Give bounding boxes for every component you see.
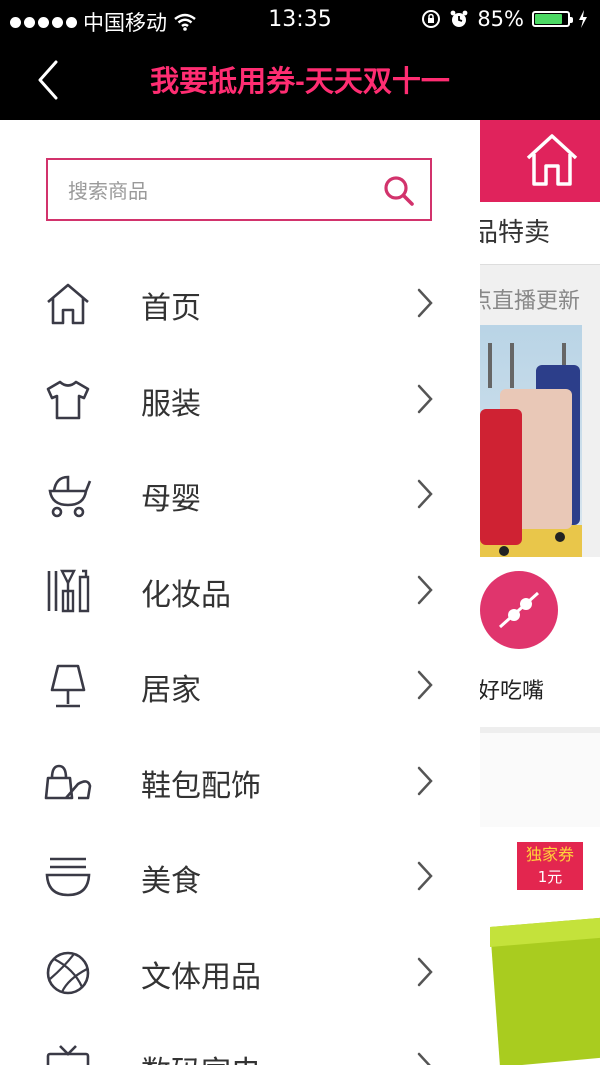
menu-item-shoes-bags[interactable]: 鞋包配饰: [0, 733, 480, 829]
background-page: 品特卖 点直播更新 好吃嘴 独家券 1元: [480, 120, 600, 1065]
menu-label: 鞋包配饰: [141, 768, 261, 804]
background-live-text: 点直播更新: [480, 289, 581, 314]
shoe-bag-icon: [44, 764, 92, 799]
menu-item-digital[interactable]: 数码家电: [0, 1019, 480, 1065]
snack-label: 好吃嘴: [480, 679, 545, 704]
chevron-right-icon: [417, 575, 433, 604]
menu-label: 母婴: [141, 482, 201, 517]
battery-percent: 85%: [477, 7, 524, 31]
chevron-right-icon: [417, 384, 433, 413]
chevron-right-icon: [417, 670, 433, 700]
stroller-icon: [48, 475, 92, 518]
rotation-lock-icon: [422, 10, 441, 28]
chevron-right-icon: [417, 766, 433, 795]
menu-label: 服装: [141, 386, 201, 422]
search-box: [46, 158, 432, 221]
nav-bar: 我要抵用券-天天双十一: [0, 40, 600, 120]
menu-label: 文体用品: [141, 959, 261, 995]
section-divider: [480, 727, 600, 833]
side-drawer: 首页 服装 母婴: [0, 120, 480, 1065]
alarm-icon: [450, 10, 468, 27]
chevron-right-icon: [417, 479, 433, 509]
tshirt-icon: [46, 380, 90, 419]
chevron-right-icon: [417, 957, 433, 986]
status-bar-right: 85%: [421, 7, 588, 31]
menu-item-baby[interactable]: 母婴: [0, 446, 480, 542]
coupon-badge-value: 1元: [537, 868, 563, 886]
ball-icon: [46, 951, 90, 994]
snack-category[interactable]: 好吃嘴: [480, 557, 600, 727]
menu-item-home-living[interactable]: 居家: [0, 637, 480, 733]
chevron-right-icon: [417, 1052, 431, 1065]
snack-skewer-icon: [498, 591, 540, 629]
menu-label: 数码家电: [141, 1047, 261, 1065]
menu-item-clothing[interactable]: 服装: [0, 351, 480, 447]
noodle-bowl-icon: [45, 857, 91, 897]
menu-item-food[interactable]: 美食: [0, 828, 480, 924]
battery-icon: [532, 11, 573, 27]
status-bar: 中国移动 13:35 85%: [0, 0, 600, 40]
home-icon: [526, 134, 578, 186]
menu-item-sports-stationery[interactable]: 文体用品: [0, 924, 480, 1020]
menu-label: 美食: [141, 864, 201, 899]
chevron-right-icon: [417, 288, 433, 318]
menu-item-cosmetics[interactable]: 化妆品: [0, 542, 480, 638]
page-title: 我要抵用券-天天双十一: [150, 66, 450, 98]
snack-circle: [480, 571, 558, 649]
back-icon[interactable]: [30, 60, 66, 100]
battery-level: [535, 14, 563, 24]
menu-item-home[interactable]: 首页: [0, 255, 480, 351]
coupon-badge: 独家券 1元: [517, 842, 583, 890]
background-home-button[interactable]: [480, 120, 600, 202]
search-input[interactable]: [66, 160, 370, 221]
menu-label: 居家: [141, 673, 201, 708]
search-icon[interactable]: [382, 174, 416, 208]
menu-label: 首页: [141, 291, 201, 326]
lamp-icon: [50, 664, 86, 708]
product-card[interactable]: 独家券 1元: [480, 827, 600, 1065]
suitcase-illustration: [480, 343, 582, 557]
cosmetics-icon: [47, 569, 90, 612]
container-box-image: [490, 917, 600, 1065]
chevron-right-icon: [417, 861, 433, 891]
home-icon: [47, 283, 89, 325]
coupon-badge-title: 独家券: [525, 845, 574, 864]
category-menu: 首页 服装 母婴 化妆品 居家 鞋包配饰 美食 文体用品: [0, 255, 480, 1065]
menu-label: 化妆品: [141, 577, 231, 613]
background-tab[interactable]: 品特卖: [480, 202, 600, 265]
charging-icon: [579, 10, 587, 28]
tv-icon: [46, 1045, 90, 1065]
suitcase-image[interactable]: [480, 325, 582, 557]
